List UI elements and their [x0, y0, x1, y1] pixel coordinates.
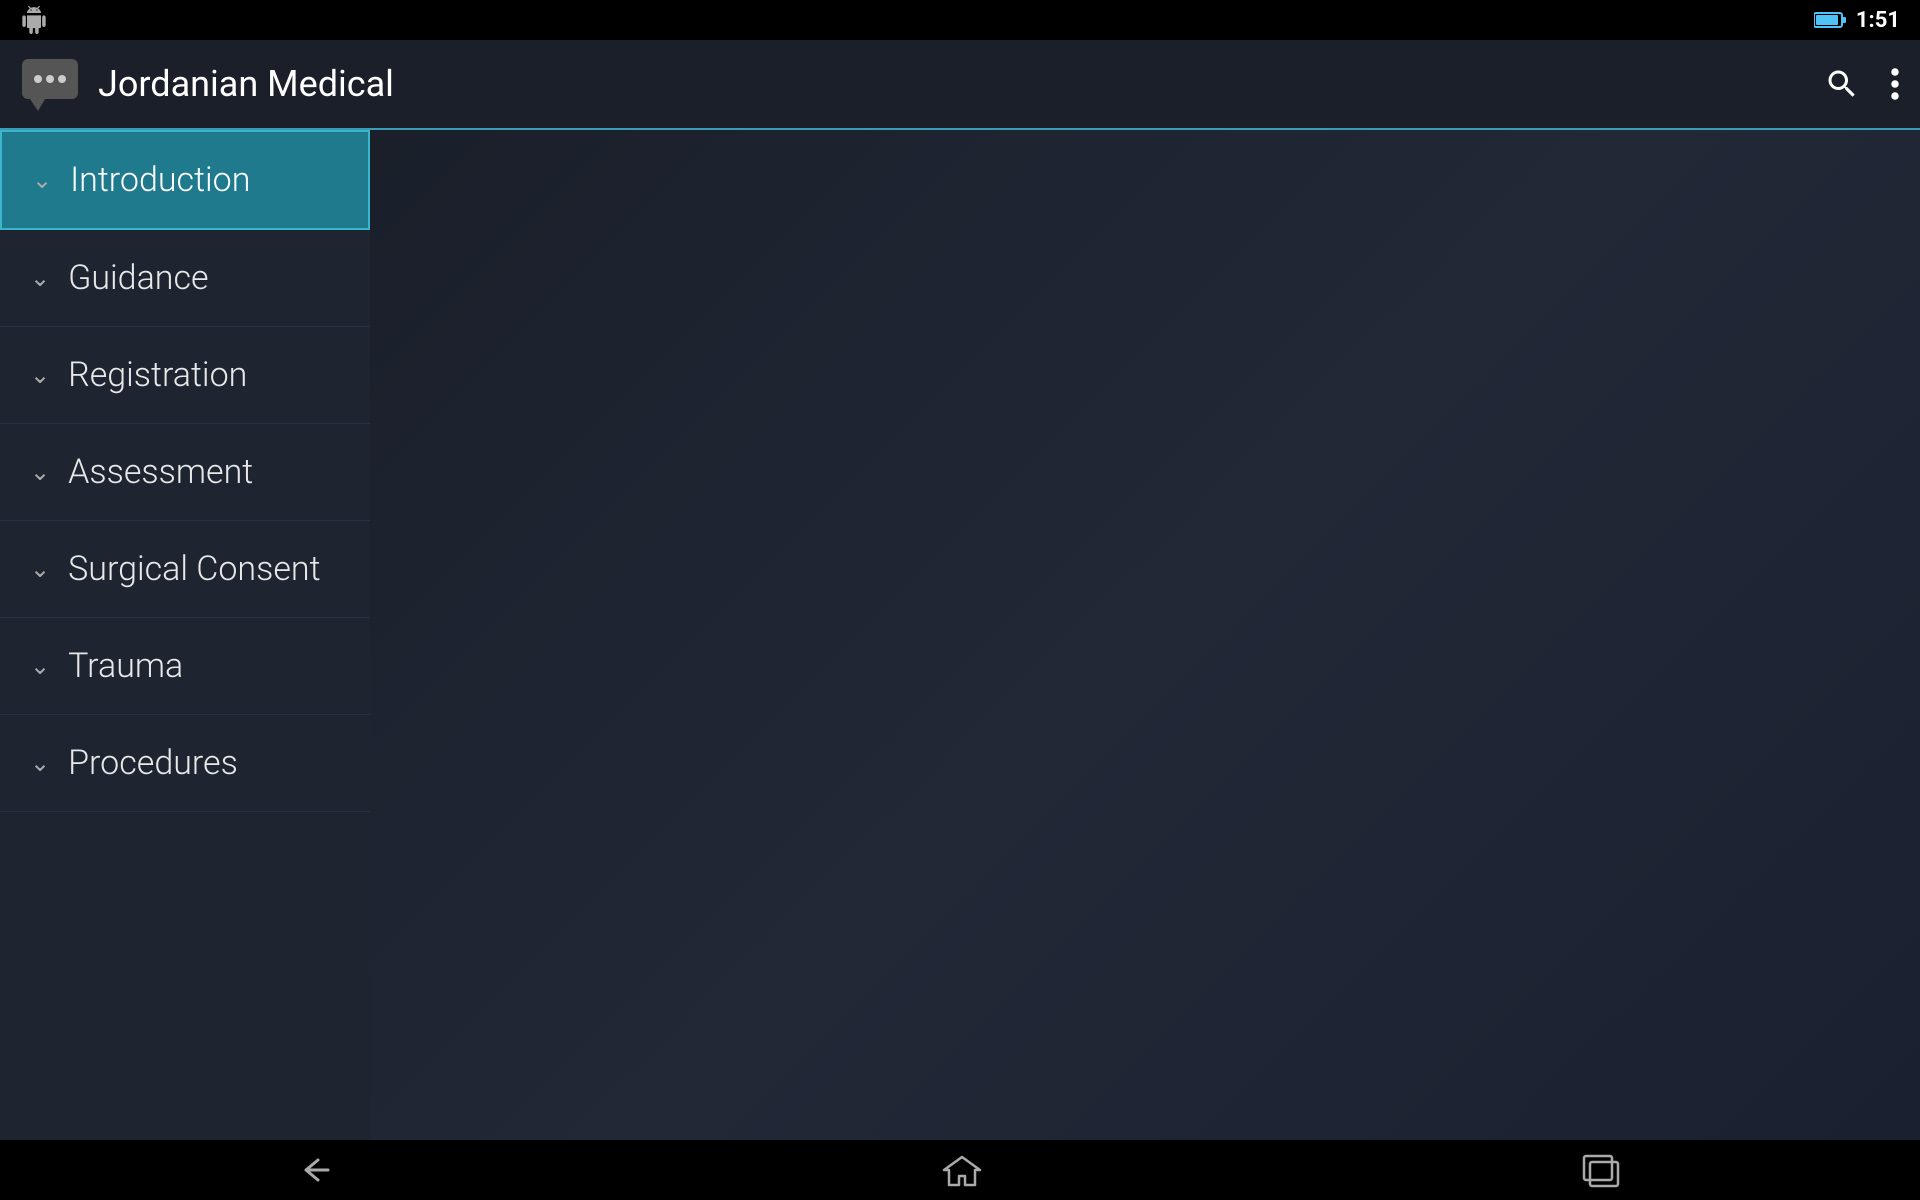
app-logo — [20, 57, 80, 112]
android-icon — [20, 6, 48, 34]
chevron-down-icon-introduction: ⌄ — [32, 166, 52, 194]
sidebar-item-guidance[interactable]: ⌄ Guidance — [0, 230, 370, 327]
more-options-button[interactable] — [1890, 66, 1900, 102]
recents-button[interactable] — [1578, 1152, 1624, 1188]
main-layout: ⌄ Introduction ⌄ Guidance ⌄ Registration… — [0, 130, 1920, 1140]
sidebar-item-registration[interactable]: ⌄ Registration — [0, 327, 370, 424]
chevron-down-icon-registration: ⌄ — [30, 361, 50, 389]
sidebar-item-assessment[interactable]: ⌄ Assessment — [0, 424, 370, 521]
sidebar-item-procedures[interactable]: ⌄ Procedures — [0, 715, 370, 812]
recents-icon — [1578, 1152, 1624, 1188]
app-bar-actions — [1824, 66, 1900, 102]
chevron-down-icon-procedures: ⌄ — [30, 749, 50, 777]
bottom-nav — [0, 1140, 1920, 1200]
sidebar-item-introduction[interactable]: ⌄ Introduction — [0, 130, 370, 230]
more-options-icon — [1890, 66, 1900, 102]
status-bar-right: 1:51 — [1814, 8, 1900, 33]
app-bar: Jordanian Medical — [0, 40, 1920, 130]
status-time: 1:51 — [1856, 8, 1900, 33]
chevron-down-icon-assessment: ⌄ — [30, 458, 50, 486]
chevron-down-icon-trauma: ⌄ — [30, 652, 50, 680]
search-icon — [1824, 66, 1860, 102]
chevron-down-icon-guidance: ⌄ — [30, 264, 50, 292]
back-icon — [296, 1152, 346, 1188]
sidebar-item-trauma[interactable]: ⌄ Trauma — [0, 618, 370, 715]
home-button[interactable] — [939, 1152, 985, 1188]
chevron-down-icon-surgical-consent: ⌄ — [30, 555, 50, 583]
sidebar-item-surgical-consent[interactable]: ⌄ Surgical Consent — [0, 521, 370, 618]
app-title: Jordanian Medical — [98, 63, 1824, 105]
status-bar: 1:51 — [0, 0, 1920, 40]
status-bar-left — [20, 6, 48, 34]
search-button[interactable] — [1824, 66, 1860, 102]
battery-icon — [1814, 11, 1846, 29]
back-button[interactable] — [296, 1152, 346, 1188]
content-area — [370, 130, 1920, 1140]
sidebar: ⌄ Introduction ⌄ Guidance ⌄ Registration… — [0, 130, 370, 1140]
home-icon — [939, 1152, 985, 1188]
